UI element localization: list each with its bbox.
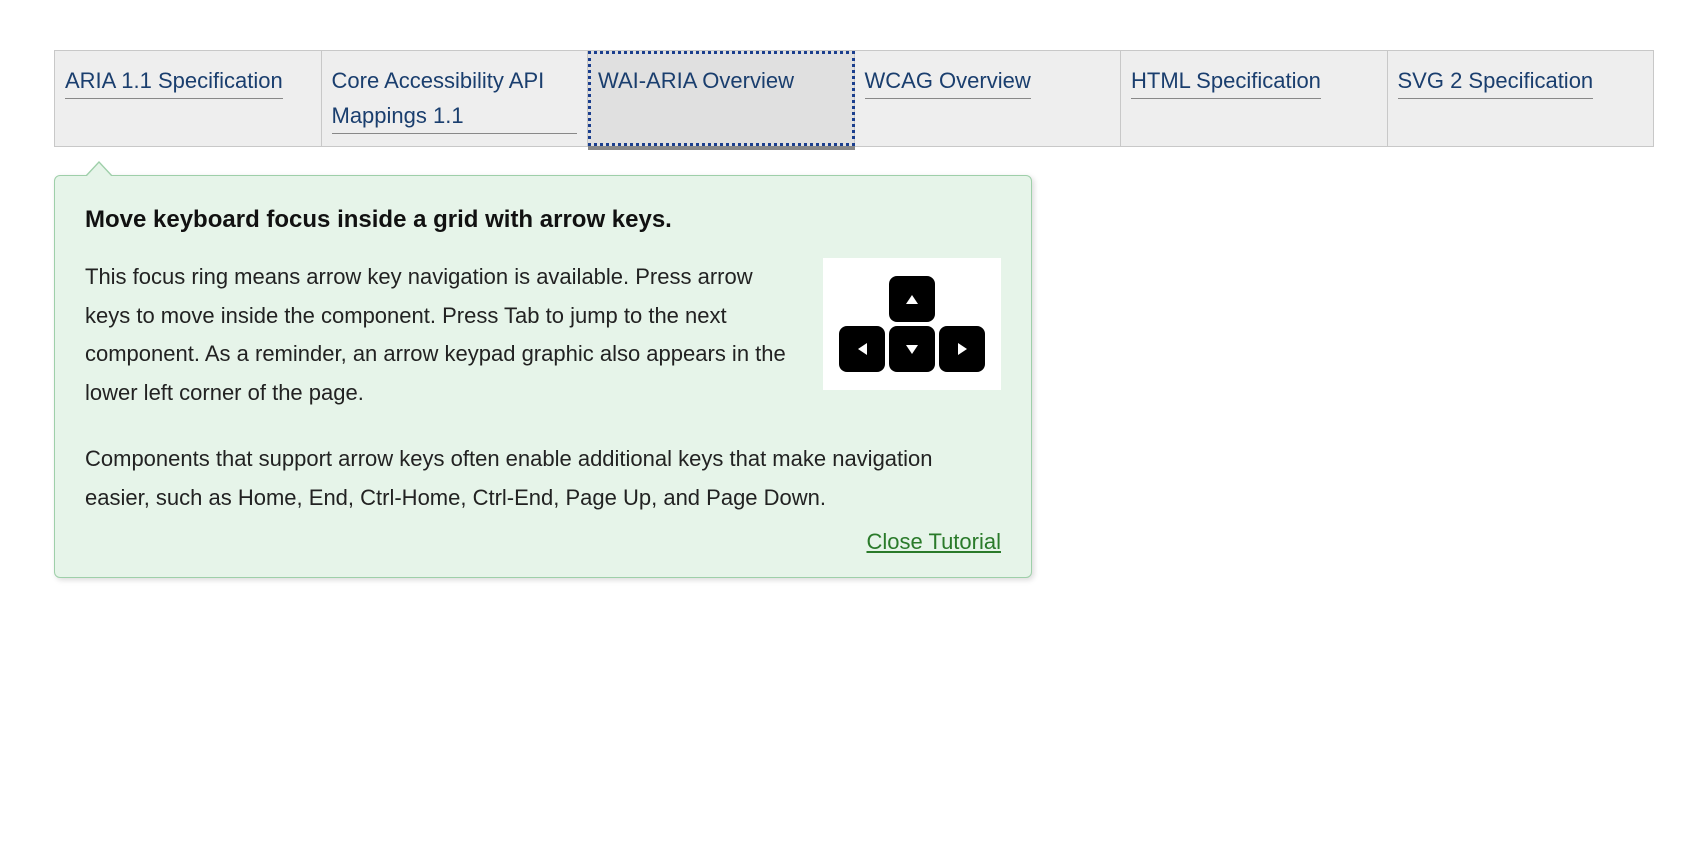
tutorial-popover: Move keyboard focus inside a grid with a… [54, 175, 1032, 578]
grid-cell-wcag-overview[interactable]: WCAG Overview [855, 51, 1122, 146]
popover-heading: Move keyboard focus inside a grid with a… [85, 206, 1001, 234]
arrow-down-key-icon [889, 326, 935, 372]
grid-cell-aria-spec[interactable]: ARIA 1.1 Specification [55, 51, 322, 146]
close-tutorial-link[interactable]: Close Tutorial [866, 529, 1001, 554]
grid-cell-core-aam[interactable]: Core Accessibility API Mappings 1.1 [322, 51, 589, 146]
arrow-up-key-icon [889, 276, 935, 322]
popover-paragraph-1: This focus ring means arrow key navigati… [85, 258, 799, 412]
grid-link[interactable]: Core Accessibility API Mappings 1.1 [332, 63, 578, 134]
grid-cell-wai-aria-overview[interactable]: WAI-ARIA Overview [588, 51, 855, 146]
grid-cell-svg2-spec[interactable]: SVG 2 Specification [1388, 51, 1654, 146]
grid-link[interactable]: WCAG Overview [865, 63, 1031, 99]
grid-link[interactable]: ARIA 1.1 Specification [65, 63, 283, 99]
arrow-keys-icon [839, 276, 985, 372]
grid-link[interactable]: WAI-ARIA Overview [598, 63, 794, 98]
grid-link[interactable]: SVG 2 Specification [1398, 63, 1594, 99]
grid-cell-html-spec[interactable]: HTML Specification [1121, 51, 1388, 146]
grid-link[interactable]: HTML Specification [1131, 63, 1321, 99]
arrow-keypad-graphic [823, 258, 1001, 390]
arrow-left-key-icon [839, 326, 885, 372]
link-grid: ARIA 1.1 Specification Core Accessibilit… [54, 50, 1654, 147]
arrow-right-key-icon [939, 326, 985, 372]
popover-paragraph-2: Components that support arrow keys often… [85, 440, 1001, 517]
